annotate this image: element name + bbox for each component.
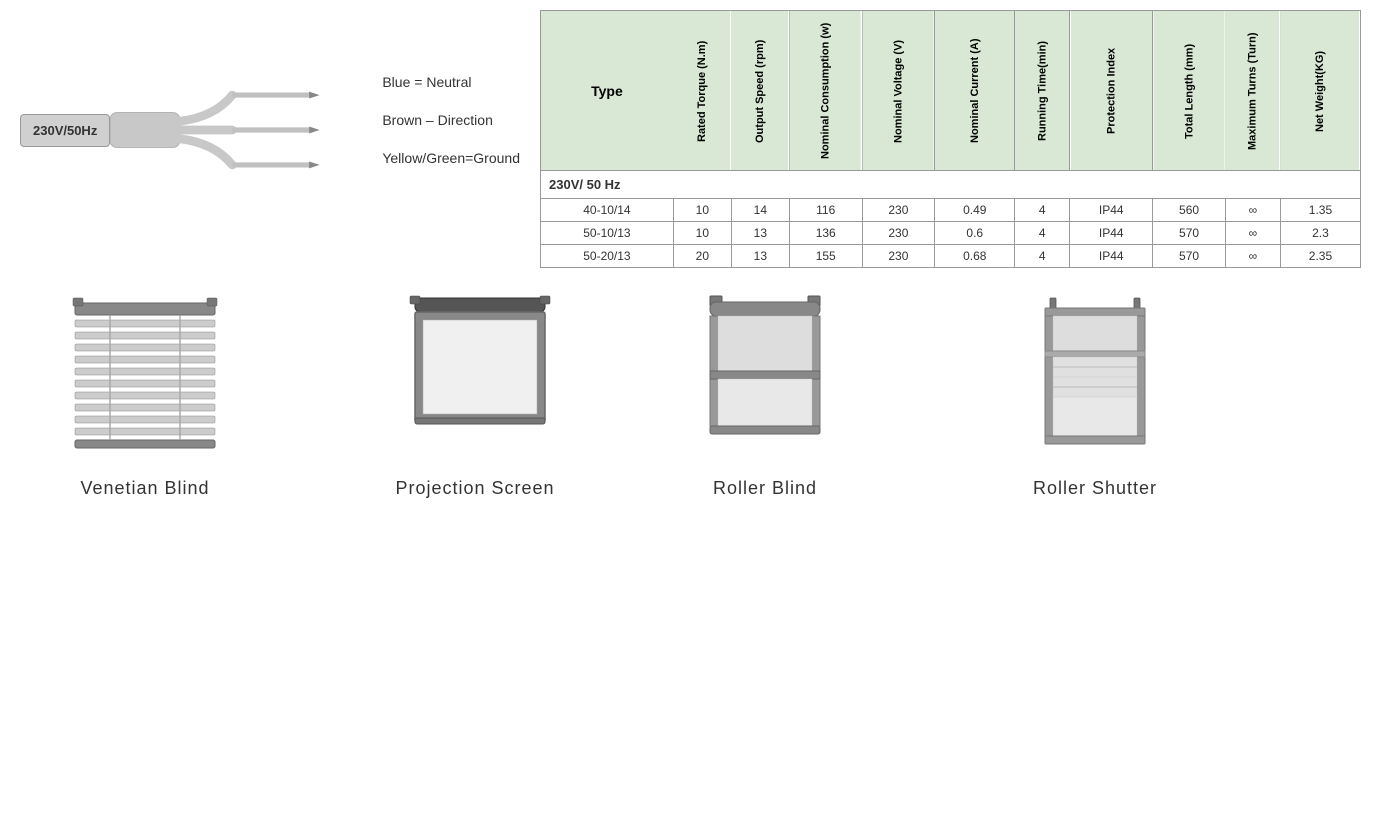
wire-diagram-panel: 230V/50Hz xyxy=(20,10,520,268)
projection-screen-label: Projection Screen xyxy=(395,478,554,499)
col-header-type: Type xyxy=(541,11,674,171)
roller-shutter-label: Roller Shutter xyxy=(1033,478,1157,499)
roller-shutter-svg xyxy=(995,288,1195,468)
cell-voltage-1: 230 xyxy=(862,199,935,222)
venetian-blind-illustration xyxy=(45,288,245,468)
cell-current-3: 0.68 xyxy=(935,245,1015,268)
col-header-consumption: Nominal Consumption (w) xyxy=(789,11,862,171)
product-projection-screen: Projection Screen xyxy=(360,288,590,499)
cell-type-2: 50-10/13 xyxy=(541,222,674,245)
venetian-blind-label: Venetian Blind xyxy=(80,478,209,499)
cell-type-1: 40-10/14 xyxy=(541,199,674,222)
roller-blind-illustration xyxy=(665,288,865,468)
cell-weight-3: 2.35 xyxy=(1280,245,1360,268)
cell-length-1: 560 xyxy=(1153,199,1226,222)
col-header-weight: Net Weight(KG) xyxy=(1280,11,1360,171)
cell-voltage-2: 230 xyxy=(862,222,935,245)
cell-length-3: 570 xyxy=(1153,245,1226,268)
roller-shutter-illustration xyxy=(995,288,1195,468)
venetian-blind-svg xyxy=(45,288,245,468)
cell-turns-1: ∞ xyxy=(1225,199,1280,222)
col-header-protection: Protection Index xyxy=(1070,11,1153,171)
cell-weight-1: 1.35 xyxy=(1280,199,1360,222)
wire-label-blue: Blue = Neutral xyxy=(382,74,520,90)
col-header-voltage: Nominal Voltage (V) xyxy=(862,11,935,171)
col-header-torque: Rated Torque (N.m) xyxy=(673,11,731,171)
table-row: 40-10/14 10 14 116 230 0.49 4 IP44 560 ∞… xyxy=(541,199,1361,222)
cell-protection-3: IP44 xyxy=(1070,245,1153,268)
cell-consumption-3: 155 xyxy=(789,245,862,268)
col-header-length: Total Length (mm) xyxy=(1153,11,1226,171)
cell-torque-3: 20 xyxy=(673,245,731,268)
cell-protection-1: IP44 xyxy=(1070,199,1153,222)
cell-protection-2: IP44 xyxy=(1070,222,1153,245)
product-venetian-blind: Venetian Blind xyxy=(30,288,260,499)
cell-runtime-3: 4 xyxy=(1015,245,1070,268)
col-header-runtime: Running Time(min) xyxy=(1015,11,1070,171)
cell-type-3: 50-20/13 xyxy=(541,245,674,268)
cell-speed-2: 13 xyxy=(731,222,789,245)
cell-turns-3: ∞ xyxy=(1225,245,1280,268)
cell-consumption-1: 116 xyxy=(789,199,862,222)
cell-runtime-2: 4 xyxy=(1015,222,1070,245)
specs-table-panel: Type Rated Torque (N.m) Output Speed (rp… xyxy=(540,10,1361,268)
cell-consumption-2: 136 xyxy=(789,222,862,245)
products-section: Venetian Blind Projection Screen xyxy=(0,278,1381,509)
projection-screen-illustration xyxy=(375,288,575,468)
col-header-current: Nominal Current (A) xyxy=(935,11,1015,171)
cell-length-2: 570 xyxy=(1153,222,1226,245)
table-row: 50-10/13 10 13 136 230 0.6 4 IP44 570 ∞ … xyxy=(541,222,1361,245)
col-header-turns: Maximum Turns (Turn) xyxy=(1225,11,1280,171)
cell-current-2: 0.6 xyxy=(935,222,1015,245)
cell-runtime-1: 4 xyxy=(1015,199,1070,222)
section-header-230v: 230V/ 50 Hz xyxy=(541,171,1361,199)
roller-blind-label: Roller Blind xyxy=(713,478,817,499)
wire-label-yellow-green: Yellow/Green=Ground xyxy=(382,150,520,166)
cell-weight-2: 2.3 xyxy=(1280,222,1360,245)
projection-screen-svg xyxy=(375,288,575,468)
cell-torque-1: 10 xyxy=(673,199,731,222)
cell-current-1: 0.49 xyxy=(935,199,1015,222)
product-roller-shutter: Roller Shutter xyxy=(980,288,1210,499)
col-header-speed: Output Speed (rpm) xyxy=(731,11,789,171)
specs-table: Type Rated Torque (N.m) Output Speed (rp… xyxy=(540,10,1361,268)
wire-label-brown: Brown – Direction xyxy=(382,112,520,128)
voltage-label: 230V/50Hz xyxy=(20,114,110,147)
cell-speed-1: 14 xyxy=(731,199,789,222)
product-roller-blind: Roller Blind xyxy=(650,288,880,499)
roller-blind-svg xyxy=(665,288,865,468)
wire-illustration xyxy=(110,60,372,200)
cell-speed-3: 13 xyxy=(731,245,789,268)
cell-turns-2: ∞ xyxy=(1225,222,1280,245)
table-row: 50-20/13 20 13 155 230 0.68 4 IP44 570 ∞… xyxy=(541,245,1361,268)
wire-labels: Blue = Neutral Brown – Direction Yellow/… xyxy=(382,72,520,188)
cell-voltage-3: 230 xyxy=(862,245,935,268)
cell-torque-2: 10 xyxy=(673,222,731,245)
